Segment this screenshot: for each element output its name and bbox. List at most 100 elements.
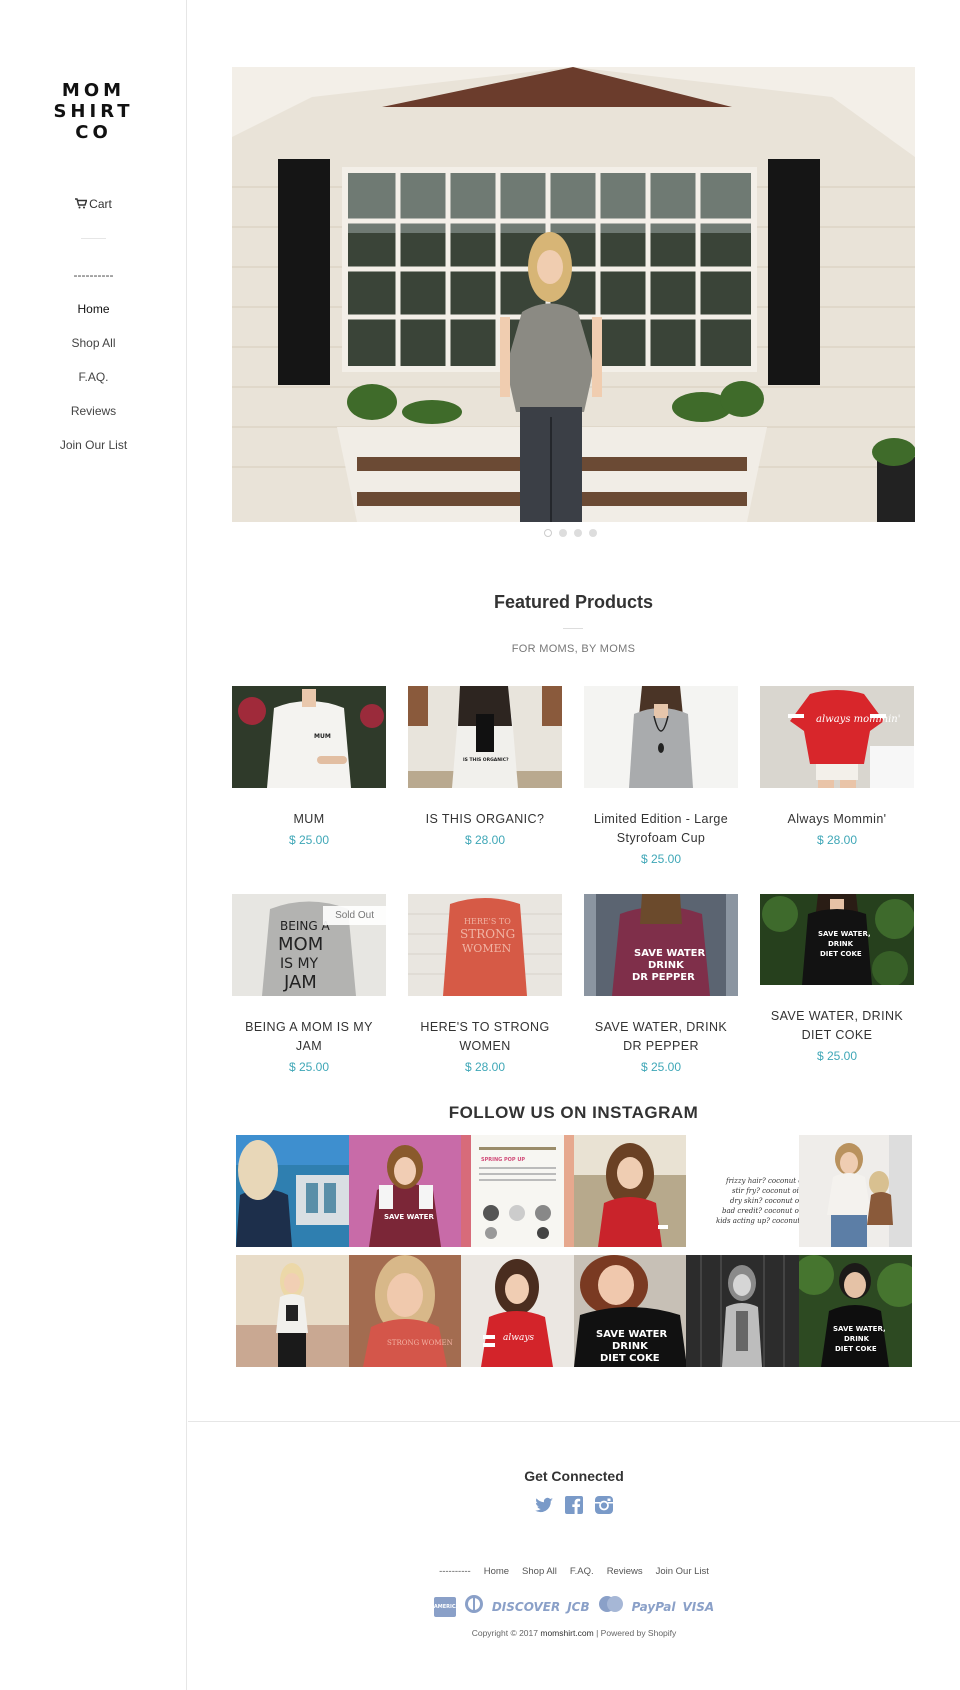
svg-text:WOMEN: WOMEN	[462, 942, 512, 955]
amex-icon: AMERICAN EXPRESS	[433, 1596, 464, 1630]
svg-text:DIET COKE: DIET COKE	[600, 1353, 660, 1364]
product-price: $ 25.00	[288, 833, 330, 847]
sidebar-item-faq[interactable]: F.AQ.	[0, 367, 187, 401]
instagram-post[interactable]: SAVE WATER DRINK DIET COKE	[573, 1255, 687, 1367]
sidebar: MOM SHIRT CO Cart ---------- Home Shop A…	[0, 0, 187, 1690]
facebook-icon[interactable]	[564, 1495, 584, 1515]
footer-link-separator[interactable]: ----------	[439, 1566, 471, 1577]
product-name: HERE'S TO STRONG WOMEN	[420, 1020, 550, 1053]
svg-text:frizzy hair? coconut oil: frizzy hair? coconut oil	[725, 1177, 799, 1185]
sold-out-badge: Sold Out	[323, 906, 386, 925]
slide-dot-2[interactable]	[559, 529, 567, 537]
product-image: SAVE WATER, DRINK DIET COKE	[760, 894, 914, 985]
sidebar-item-separator[interactable]: ----------	[0, 265, 187, 299]
instagram-post[interactable]	[798, 1135, 912, 1247]
instagram-post[interactable]: SAVE WATER	[348, 1135, 462, 1247]
sidebar-item-join-our-list[interactable]: Join Our List	[0, 435, 187, 469]
svg-text:STRONG: STRONG	[460, 927, 515, 941]
product-price: $ 25.00	[640, 852, 682, 866]
svg-text:SAVE WATER,: SAVE WATER,	[818, 930, 871, 938]
product-name: SAVE WATER, DRINK DR PEPPER	[594, 1020, 728, 1053]
cart-link[interactable]: Cart	[0, 197, 187, 211]
svg-text:stir fry? coconut oil: stir fry? coconut oil	[732, 1187, 799, 1195]
copyright-site-link[interactable]: momshirt.com	[540, 1628, 593, 1638]
sidebar-item-reviews[interactable]: Reviews	[0, 401, 187, 435]
product-price: $ 28.00	[816, 833, 858, 847]
featured-products-title: Featured Products	[493, 592, 654, 612]
svg-text:DRINK: DRINK	[828, 940, 854, 948]
logo-line: SHIRT	[53, 101, 134, 122]
featured-products-subtitle: FOR MOMS, BY MOMS	[511, 643, 636, 655]
shirt-print: STRONG WOMEN	[387, 1339, 453, 1347]
svg-text:DRINK: DRINK	[648, 960, 685, 971]
product-name: Always Mommin'	[787, 812, 887, 826]
instagram-feed: SAVE WATER SPRING POP UP frizzy hair? co…	[236, 1135, 912, 1367]
svg-text:IS MY: IS MY	[280, 956, 319, 972]
footer-link-join-our-list[interactable]: Join Our List	[656, 1566, 709, 1577]
product-card-mum[interactable]: MUM MUM $ 25.00	[232, 686, 386, 850]
slideshow-pagination	[544, 529, 597, 537]
product-card-always-mommin[interactable]: always mommin' Always Mommin' $ 28.00	[760, 686, 914, 850]
slide-dot-3[interactable]	[574, 529, 582, 537]
sidebar-item-home[interactable]: Home	[0, 299, 187, 333]
svg-text:kids acting up? coconut oil: kids acting up? coconut oil	[716, 1217, 799, 1225]
hero-slideshow[interactable]	[232, 67, 915, 522]
shirt-print: always mommin'	[816, 714, 901, 725]
footer-link-reviews[interactable]: Reviews	[607, 1566, 643, 1577]
sidebar-nav: ---------- Home Shop All F.AQ. Reviews J…	[0, 265, 187, 469]
product-name: BEING A MOM IS MY JAM	[245, 1020, 373, 1053]
copyright-prefix: Copyright © 2017	[471, 1628, 538, 1638]
svg-text:SAVE WATER,: SAVE WATER,	[833, 1325, 886, 1333]
product-card-save-water-diet-coke[interactable]: SAVE WATER, DRINK DIET COKE SAVE WATER, DR…	[760, 894, 914, 1066]
slide-dot-1[interactable]	[544, 529, 552, 537]
product-image: BEING A MOM IS MY JAM Sold Out	[232, 894, 386, 996]
diners-icon	[463, 1594, 485, 1619]
svg-text:SAVE WATER: SAVE WATER	[596, 1329, 668, 1340]
svg-text:always: always	[503, 1333, 534, 1343]
sidebar-item-shop-all[interactable]: Shop All	[0, 333, 187, 367]
site-logo[interactable]: MOM SHIRT CO	[0, 80, 187, 143]
instagram-post[interactable]	[573, 1135, 687, 1247]
product-name: SAVE WATER, DRINK DIET COKE	[770, 1009, 904, 1042]
footer-link-faq[interactable]: F.AQ.	[570, 1566, 594, 1577]
twitter-icon[interactable]	[534, 1495, 554, 1515]
svg-text:DRINK: DRINK	[844, 1335, 870, 1343]
instagram-post[interactable]	[236, 1135, 349, 1247]
product-price: $ 25.00	[816, 1049, 858, 1063]
cart-icon	[75, 198, 88, 209]
instagram-post[interactable]	[236, 1255, 349, 1367]
product-card-heres-to-strong-women[interactable]: HERE'S TO STRONG WOMEN HERE'S TO STRONG WO…	[408, 894, 562, 1077]
instagram-post[interactable]	[686, 1255, 799, 1367]
product-card-is-this-organic[interactable]: IS THIS ORGANIC? IS THIS ORGANIC? $ 28.0…	[408, 686, 562, 850]
shirt-print: IS THIS ORGANIC?	[463, 757, 509, 763]
instagram-post[interactable]: always	[461, 1255, 574, 1367]
slide-dot-4[interactable]	[589, 529, 597, 537]
instagram-post[interactable]: frizzy hair? coconut oil stir fry? coconu…	[686, 1135, 799, 1247]
product-image: always mommin'	[760, 686, 914, 788]
svg-text:JAM: JAM	[283, 972, 317, 993]
shirt-print: MUM	[314, 733, 331, 740]
svg-text:MOM: MOM	[278, 934, 323, 955]
jcb-icon: JCB	[567, 1599, 590, 1614]
instagram-post[interactable]: SPRING POP UP	[461, 1135, 574, 1247]
instagram-post[interactable]: STRONG WOMEN	[348, 1255, 462, 1367]
product-card-limited-edition-cup[interactable]: Limited Edition - Large Styrofoam Cup $ …	[584, 686, 738, 869]
product-card-being-a-mom-is-my-jam[interactable]: BEING A MOM IS MY JAM Sold Out BEING A MOM …	[232, 894, 386, 1077]
footer-link-home[interactable]: Home	[484, 1566, 509, 1577]
instagram-post[interactable]: SAVE WATER, DRINK DIET COKE	[798, 1255, 912, 1367]
footer-link-shop-all[interactable]: Shop All	[522, 1566, 557, 1577]
social-links	[188, 1495, 960, 1515]
mastercard-icon	[597, 1594, 625, 1619]
svg-text:DRINK: DRINK	[612, 1341, 649, 1352]
instagram-icon[interactable]	[594, 1495, 614, 1515]
copyright-suffix: | Powered by Shopify	[596, 1628, 677, 1638]
product-image	[584, 686, 738, 788]
svg-text:SAVE WATER: SAVE WATER	[634, 948, 706, 959]
product-image: SAVE WATER DRINK DR PEPPER	[584, 894, 738, 996]
product-card-save-water-dr-pepper[interactable]: SAVE WATER DRINK DR PEPPER SAVE WATER, DRI…	[584, 894, 738, 1077]
product-image: MUM	[232, 686, 386, 788]
copyright: Copyright © 2017 momshirt.com | Powered …	[188, 1628, 960, 1638]
svg-text:bad credit? coconut oil: bad credit? coconut oil	[722, 1207, 799, 1215]
logo-line: MOM	[61, 80, 126, 101]
hero-image	[232, 67, 915, 522]
